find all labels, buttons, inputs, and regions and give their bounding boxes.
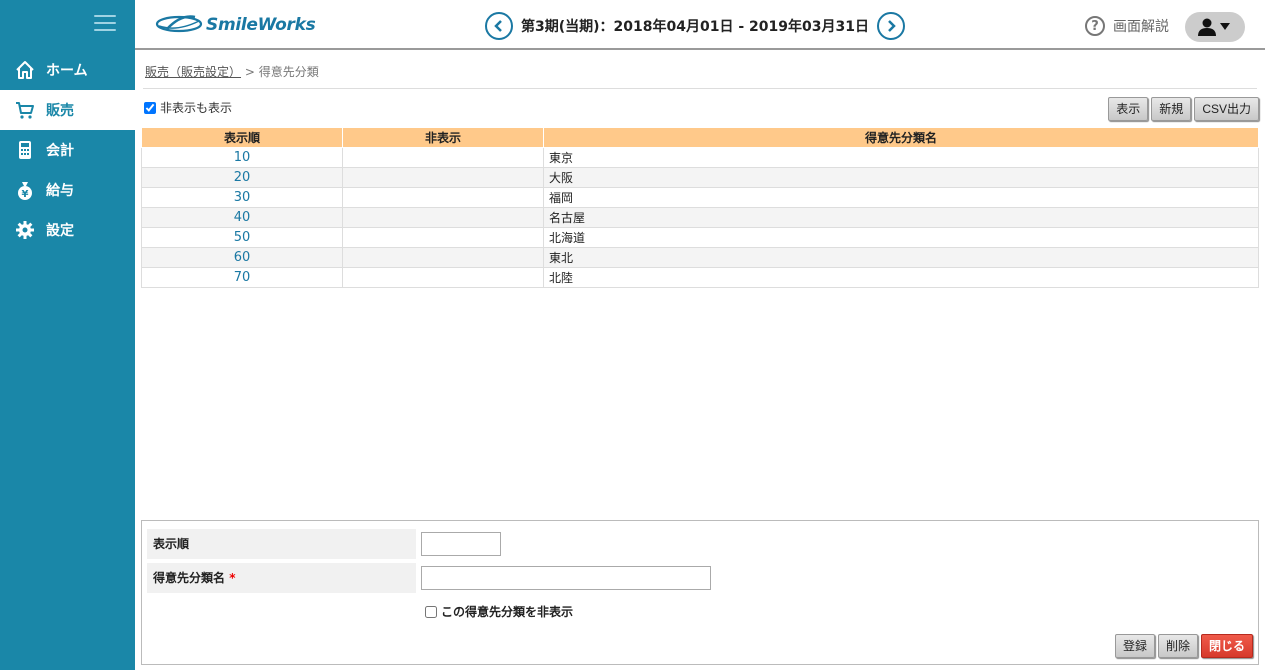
chevron-right-icon xyxy=(888,20,896,32)
table-row[interactable]: 50 北海道 xyxy=(141,227,1259,248)
help-button[interactable]: ? 画面解説 xyxy=(1085,16,1169,36)
main-content: 販売（販売設定） > 得意先分類 非表示も表示 表示 新規 CSV出力 表示順 … xyxy=(135,52,1265,670)
gear-icon xyxy=(14,219,36,241)
hidden-cell xyxy=(342,147,544,168)
name-field-label: 得意先分類名 * xyxy=(147,563,416,593)
home-icon xyxy=(14,59,36,81)
column-header-name[interactable]: 得意先分類名 xyxy=(543,127,1259,148)
column-header-hidden[interactable]: 非表示 xyxy=(342,127,544,148)
name-cell: 福岡 xyxy=(543,187,1259,208)
breadcrumb-link-sales-settings[interactable]: 販売（販売設定） xyxy=(145,65,241,79)
order-field-label: 表示順 xyxy=(147,529,416,559)
sidebar-item-home[interactable]: ホーム xyxy=(0,50,135,90)
order-cell[interactable]: 30 xyxy=(141,187,343,208)
hidden-cell xyxy=(342,267,544,288)
sidebar-item-label: 設定 xyxy=(46,223,74,239)
sidebar-item-label: ホーム xyxy=(46,63,88,79)
form-actions: 登録 削除 閉じる xyxy=(1114,634,1253,658)
help-label: 画面解説 xyxy=(1113,19,1169,35)
hidden-cell xyxy=(342,187,544,208)
name-cell: 東北 xyxy=(543,247,1259,268)
name-cell: 東京 xyxy=(543,147,1259,168)
breadcrumb: 販売（販売設定） > 得意先分類 xyxy=(145,63,319,80)
svg-text:¥: ¥ xyxy=(22,189,29,200)
toolbar: 表示 新規 CSV出力 xyxy=(1108,97,1259,121)
sidebar-item-accounting[interactable]: 会計 xyxy=(0,130,135,170)
close-button[interactable]: 閉じる xyxy=(1200,634,1253,658)
period-selector: 第3期(当期)：2018年04月01日 - 2019年03月31日 xyxy=(485,12,905,40)
prev-period-button[interactable] xyxy=(485,12,513,40)
table-row[interactable]: 20 大阪 xyxy=(141,167,1259,188)
period-label: 第3期(当期)：2018年04月01日 - 2019年03月31日 xyxy=(521,19,869,35)
display-button[interactable]: 表示 xyxy=(1108,97,1149,121)
customer-category-table: 表示順 非表示 得意先分類名 10 東京 20 大阪 30 福岡 40 名古屋 50 北海… xyxy=(141,127,1259,288)
order-cell[interactable]: 20 xyxy=(141,167,343,188)
table-row[interactable]: 60 東北 xyxy=(141,247,1259,268)
sidebar-item-label: 会計 xyxy=(46,143,74,159)
hidden-cell xyxy=(342,207,544,228)
sidebar-item-sales[interactable]: 販売 xyxy=(0,90,135,130)
breadcrumb-separator: > xyxy=(241,65,259,79)
name-cell: 北陸 xyxy=(543,267,1259,288)
header: SmileWorks 第3期(当期)：2018年04月01日 - 2019年03… xyxy=(135,0,1265,50)
new-button[interactable]: 新規 xyxy=(1151,97,1192,121)
show-hidden-checkbox[interactable] xyxy=(144,101,156,114)
divider xyxy=(143,88,1257,89)
sidebar-item-label: 販売 xyxy=(46,103,74,119)
edit-form-panel: 表示順 得意先分類名 * この得意先分類を非表示 登録 削除 閉じる xyxy=(141,520,1259,665)
chevron-left-icon xyxy=(494,20,502,32)
order-cell[interactable]: 40 xyxy=(141,207,343,228)
user-menu-button[interactable] xyxy=(1185,12,1245,42)
category-name-input[interactable] xyxy=(421,566,711,590)
smile-logo-icon xyxy=(155,12,203,38)
hide-category-toggle[interactable]: この得意先分類を非表示 xyxy=(425,603,573,620)
table-header-row: 表示順 非表示 得意先分類名 xyxy=(141,127,1259,148)
order-label-text: 表示順 xyxy=(153,537,190,551)
column-header-order[interactable]: 表示順 xyxy=(141,127,343,148)
name-cell: 名古屋 xyxy=(543,207,1259,228)
hidden-cell xyxy=(342,227,544,248)
logo-text: SmileWorks xyxy=(206,15,316,35)
table-row[interactable]: 10 東京 xyxy=(141,147,1259,168)
order-cell[interactable]: 10 xyxy=(141,147,343,168)
order-cell[interactable]: 50 xyxy=(141,227,343,248)
hide-category-checkbox[interactable] xyxy=(425,605,437,618)
register-button[interactable]: 登録 xyxy=(1114,634,1155,658)
question-icon: ? xyxy=(1085,16,1105,36)
required-mark: * xyxy=(229,571,236,585)
sidebar: ホーム 販売 会計 ¥ 給与 設定 xyxy=(0,0,135,670)
name-label-text: 得意先分類名 xyxy=(153,571,226,585)
sidebar-item-settings[interactable]: 設定 xyxy=(0,210,135,250)
menu-icon[interactable] xyxy=(94,15,116,33)
hidden-cell xyxy=(342,167,544,188)
name-cell: 大阪 xyxy=(543,167,1259,188)
show-hidden-label: 非表示も表示 xyxy=(160,101,233,115)
hidden-cell xyxy=(342,247,544,268)
calculator-icon xyxy=(14,139,36,161)
table-row[interactable]: 30 福岡 xyxy=(141,187,1259,208)
delete-button[interactable]: 削除 xyxy=(1157,634,1198,658)
name-cell: 北海道 xyxy=(543,227,1259,248)
hide-category-label: この得意先分類を非表示 xyxy=(441,605,574,619)
csv-export-button[interactable]: CSV出力 xyxy=(1194,97,1259,121)
sidebar-item-label: 給与 xyxy=(46,183,74,199)
table-row[interactable]: 40 名古屋 xyxy=(141,207,1259,228)
next-period-button[interactable] xyxy=(876,12,905,40)
moneybag-icon: ¥ xyxy=(14,179,36,201)
cart-icon xyxy=(14,99,36,121)
logo[interactable]: SmileWorks xyxy=(155,12,316,38)
user-icon xyxy=(1198,18,1230,36)
breadcrumb-current: 得意先分類 xyxy=(258,65,319,79)
show-hidden-toggle[interactable]: 非表示も表示 xyxy=(144,99,232,116)
table-row[interactable]: 70 北陸 xyxy=(141,267,1259,288)
order-cell[interactable]: 70 xyxy=(141,267,343,288)
sidebar-item-payroll[interactable]: ¥ 給与 xyxy=(0,170,135,210)
order-cell[interactable]: 60 xyxy=(141,247,343,268)
sidebar-nav: ホーム 販売 会計 ¥ 給与 設定 xyxy=(0,50,135,250)
order-input[interactable] xyxy=(421,532,501,556)
